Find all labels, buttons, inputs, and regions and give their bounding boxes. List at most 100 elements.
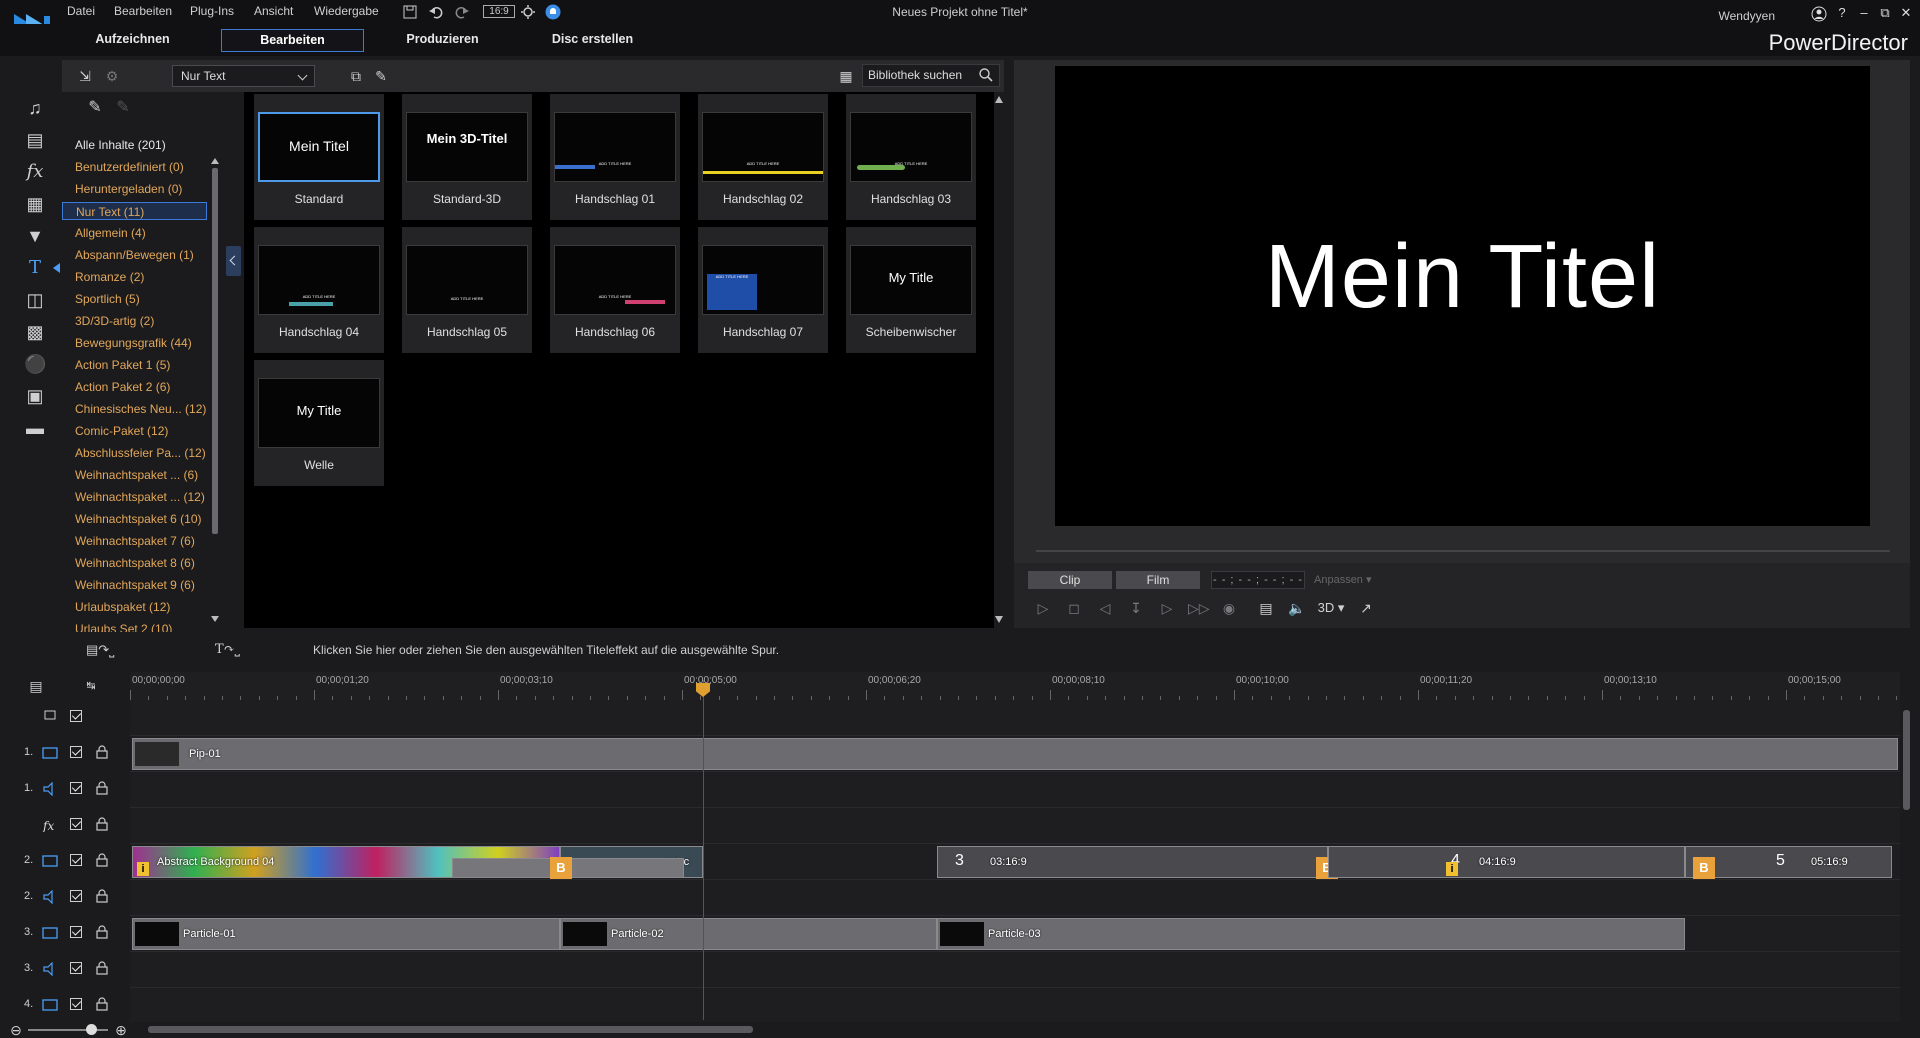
collapse-panel-button[interactable] xyxy=(226,246,241,276)
clip-particle-03[interactable]: Particle-03 xyxy=(937,918,1685,950)
tab-bearbeiten[interactable]: Bearbeiten xyxy=(221,29,364,52)
tab-film[interactable]: Film xyxy=(1116,571,1200,589)
audio-mix-room-icon[interactable]: ▬ xyxy=(24,417,46,439)
effect-room-icon[interactable]: ▤ xyxy=(24,129,46,151)
clip-particle-01[interactable]: Particle-01 xyxy=(132,918,560,950)
redo-icon[interactable] xyxy=(454,4,470,20)
help-icon[interactable]: ? xyxy=(1834,5,1850,21)
lock-icon[interactable] xyxy=(96,925,108,939)
insert-on-track-icon[interactable]: ▤↷⎵ xyxy=(86,642,114,660)
track-manager-icon[interactable]: ▤ xyxy=(27,678,45,694)
save-icon[interactable] xyxy=(402,4,418,20)
title-tile[interactable]: ADD TITLE HERE Handschlag 04 xyxy=(254,227,384,353)
menu-datei[interactable]: Datei xyxy=(67,4,95,18)
preview-seek-bar[interactable] xyxy=(1036,550,1890,552)
category-item[interactable]: Chinesisches Neu... (12) xyxy=(62,400,207,418)
track-enable-checkbox[interactable] xyxy=(70,710,82,722)
transition-badge[interactable]: B xyxy=(1693,857,1715,879)
title-tile[interactable]: ADD TITLE HERE Handschlag 06 xyxy=(550,227,680,353)
category-item[interactable]: Weihnachtspaket ... (12) xyxy=(62,488,207,506)
scroll-down-icon[interactable] xyxy=(211,616,219,622)
title-tile[interactable]: My Title Welle xyxy=(254,360,384,486)
user-name[interactable]: Wendyyen xyxy=(1719,9,1775,23)
clip-particle-02[interactable]: Particle-02 xyxy=(560,918,937,950)
category-scrollbar[interactable] xyxy=(212,168,218,534)
undo-icon[interactable] xyxy=(428,4,444,20)
mode-3d-toggle[interactable]: 3D ▾ xyxy=(1311,599,1351,617)
category-item[interactable]: Action Paket 1 (5) xyxy=(62,356,207,374)
play-icon[interactable]: ▷ xyxy=(1033,599,1053,617)
menu-wiedergabe[interactable]: Wiedergabe xyxy=(314,4,379,18)
info-badge[interactable]: i xyxy=(1446,862,1458,876)
title-tile[interactable]: ADD TITLE HERE Handschlag 07 xyxy=(698,227,828,353)
fit-timeline-icon[interactable]: ↹ xyxy=(82,678,100,694)
transition-badge[interactable]: B xyxy=(550,857,572,879)
category-item[interactable]: Abspann/Bewegen (1) xyxy=(62,246,207,264)
next-frame-icon[interactable]: ▷ xyxy=(1157,599,1177,617)
title-tile[interactable]: ADD TITLE HERE Handschlag 01 xyxy=(550,94,680,220)
track-enable-checkbox[interactable] xyxy=(70,926,82,938)
snapshot-icon[interactable]: ◉ xyxy=(1219,599,1239,617)
category-item[interactable]: Weihnachtspaket ... (6) xyxy=(62,466,207,484)
track-enable-checkbox[interactable] xyxy=(70,854,82,866)
category-item[interactable]: 3D/3D-artig (2) xyxy=(62,312,207,330)
aspect-ratio-select[interactable]: 16:9 xyxy=(483,5,515,18)
category-item[interactable]: Heruntergeladen (0) xyxy=(62,180,207,198)
category-item[interactable]: Romanze (2) xyxy=(62,268,207,286)
category-item[interactable]: Weihnachtspaket 7 (6) xyxy=(62,532,207,550)
title-tile[interactable]: ADD TITLE HERE Handschlag 05 xyxy=(402,227,532,353)
lock-icon[interactable] xyxy=(96,997,108,1011)
title-tile[interactable]: ADD TITLE HERE Handschlag 02 xyxy=(698,94,828,220)
fast-forward-icon[interactable]: ▷▷ xyxy=(1188,599,1210,617)
category-item[interactable]: Weihnachtspaket 6 (10) xyxy=(62,510,207,528)
subtitle-toggle-icon[interactable]: ▤ xyxy=(1256,599,1276,617)
fit-select[interactable]: Anpassen ▾ xyxy=(1314,571,1404,589)
timecode-field[interactable]: - - ; - - ; - - ; - - xyxy=(1211,571,1305,589)
media-room-icon[interactable]: ♫ xyxy=(24,97,46,119)
clip-title-04[interactable]: 4 04:16:9 xyxy=(1328,846,1685,878)
close-icon[interactable]: ✕ xyxy=(1898,5,1914,21)
lock-icon[interactable] xyxy=(96,889,108,903)
category-item[interactable]: Urlaubspaket (12) xyxy=(62,598,207,616)
minimize-icon[interactable]: – xyxy=(1856,5,1872,21)
particle-room-icon[interactable]: ▼ xyxy=(24,225,46,247)
category-item[interactable]: Nur Text (11) xyxy=(62,202,207,220)
add-tag-icon[interactable]: ✎ xyxy=(86,100,104,116)
filter-select[interactable]: Nur Text xyxy=(172,65,315,87)
category-item[interactable]: Bewegungsgrafik (44) xyxy=(62,334,207,352)
timeline-vertical-scrollbar[interactable] xyxy=(1903,710,1910,810)
category-item[interactable]: Comic-Paket (12) xyxy=(62,422,207,440)
menu-plugins[interactable]: Plug-Ins xyxy=(190,4,234,18)
restore-icon[interactable]: ⧉ xyxy=(1877,5,1893,21)
category-item[interactable]: Sportlich (5) xyxy=(62,290,207,308)
volume-icon[interactable]: 🔈 xyxy=(1287,599,1307,617)
tab-disc-erstellen[interactable]: Disc erstellen xyxy=(540,29,645,52)
pip-room-icon[interactable]: ▦ xyxy=(24,193,46,215)
preview-screen[interactable]: Mein Titel xyxy=(1055,66,1870,526)
subtitle-room-icon[interactable]: ▣ xyxy=(24,385,46,407)
import-media-icon[interactable]: ⇲ xyxy=(76,68,94,84)
track-enable-checkbox[interactable] xyxy=(70,998,82,1010)
title-room-icon[interactable]: T xyxy=(24,257,46,279)
lock-icon[interactable] xyxy=(96,817,108,831)
menu-bearbeiten[interactable]: Bearbeiten xyxy=(114,4,172,18)
tab-produzieren[interactable]: Produzieren xyxy=(395,29,490,52)
track-enable-checkbox[interactable] xyxy=(70,890,82,902)
lock-icon[interactable] xyxy=(96,745,108,759)
info-badge[interactable]: i xyxy=(137,862,149,876)
zoom-slider-handle[interactable] xyxy=(86,1024,97,1035)
previous-clip-icon[interactable]: ↧ xyxy=(1126,599,1146,617)
settings-gear-icon[interactable] xyxy=(520,4,536,20)
category-item[interactable]: Weihnachtspaket 8 (6) xyxy=(62,554,207,572)
download-icon[interactable]: ⚙ xyxy=(103,68,121,84)
scroll-up-icon[interactable] xyxy=(995,96,1003,103)
title-tile[interactable]: Mein 3D-Titel Standard-3D xyxy=(402,94,532,220)
voiceover-room-icon[interactable]: ⚫ xyxy=(24,353,46,375)
insert-title-icon[interactable]: T↷⎵ xyxy=(215,642,240,660)
previous-frame-icon[interactable]: ◁ xyxy=(1095,599,1115,617)
track-enable-checkbox[interactable] xyxy=(70,818,82,830)
category-item[interactable]: Action Paket 2 (6) xyxy=(62,378,207,396)
title-tile[interactable]: ADD TITLE HERE Handschlag 03 xyxy=(846,94,976,220)
clip-pip-01[interactable]: Pip-01 xyxy=(132,738,1898,770)
zoom-out-icon[interactable]: ⊖ xyxy=(7,1022,25,1038)
